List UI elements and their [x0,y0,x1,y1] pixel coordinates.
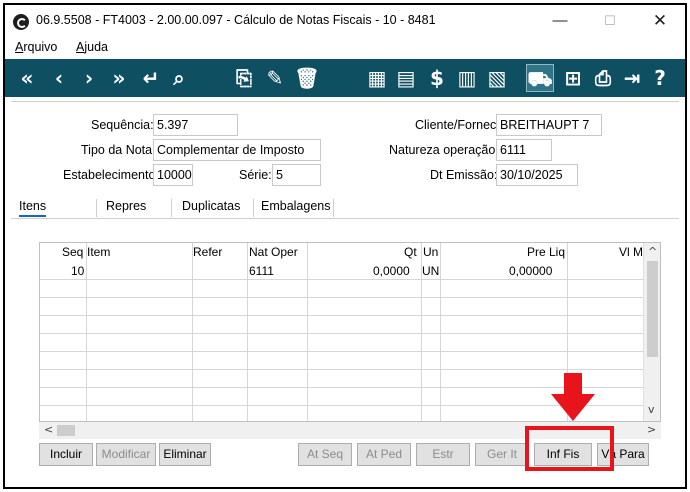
dt-emissao-label: Dt Emissão: [430,168,498,182]
app-logo-icon [13,14,29,30]
col-un-header[interactable]: Un [423,243,438,261]
scroll-down-icon[interactable]: v [648,403,655,416]
scroll-left-icon[interactable]: < [44,423,53,436]
vertical-scroll-thumb[interactable] [647,261,658,357]
sequencia-field[interactable]: 5.397 [153,114,238,136]
previous-icon[interactable]: ‹ [45,64,73,92]
sequencia-label: Sequência: [91,118,154,132]
vertical-scrollbar[interactable]: ^ v [643,243,660,421]
serie-label: Série: [239,168,272,182]
tab-separator [253,199,254,217]
at-seq-button[interactable]: At Seq [298,443,352,466]
tab-duplicatas[interactable]: Duplicatas [182,199,240,213]
truck-icon[interactable]: ⛟ [526,64,554,92]
menu-arquivo[interactable]: Arquivo [15,40,57,54]
col-vl-m-header[interactable]: Vl M [619,243,643,261]
serie-field[interactable]: 5 [272,164,321,186]
toolbar: « ‹ › » ↵ ⌕ ⎘ ✎ 🗑 ▦ ▤ $ ▥ ▧ ⛟ ⊞ ⎙ ⇥ ? [5,59,685,97]
print-icon[interactable]: ⎙ [589,64,617,92]
window-title: 06.9.5508 - FT4003 - 2.00.00.097 - Cálcu… [36,13,436,27]
title-bar: 06.9.5508 - FT4003 - 2.00.00.097 - Cálcu… [5,5,685,37]
cell-nat-oper[interactable]: 6111 [249,262,274,280]
estabelecimento-label: Estabelecimento: [63,168,159,182]
menu-bar: Arquivo Ajuda [5,37,685,59]
annotation-arrow-icon [551,373,595,421]
document-icon[interactable]: ▧ [483,64,511,92]
tab-separator [333,199,334,217]
tipo-nota-field[interactable]: Complementar de Imposto [153,139,321,161]
tab-repres[interactable]: Repres [106,199,146,213]
exit-icon[interactable]: ⇥ [618,64,646,92]
tree-icon[interactable]: ⊞ [559,64,587,92]
dollar-icon[interactable]: $ [423,64,451,92]
next-icon[interactable]: › [75,64,103,92]
tab-separator [96,199,97,217]
col-qt-header[interactable]: Qt [404,243,417,261]
cliente-field[interactable]: BREITHAUPT 7 [496,114,602,136]
eliminar-button[interactable]: Eliminar [159,443,211,466]
menu-ajuda[interactable]: Ajuda [76,40,108,54]
col-item-header[interactable]: Item [87,243,110,261]
calculator-icon[interactable]: ▦ [363,64,391,92]
incluir-button[interactable]: Incluir [39,443,93,466]
col-refer-header[interactable]: Refer [193,243,222,261]
search-icon[interactable]: ⌕ [165,64,193,92]
col-seq-header[interactable]: Seq [62,243,83,261]
scroll-up-icon[interactable]: ^ [648,245,657,258]
cell-seq[interactable]: 10 [71,262,84,280]
first-icon[interactable]: « [13,64,41,92]
tipo-nota-label: Tipo da Nota: [81,143,156,157]
modificar-button[interactable]: Modificar [96,443,156,466]
row-divider [40,333,644,334]
last-icon[interactable]: » [105,64,133,92]
col-pre-liq-header[interactable]: Pre Liq [527,243,565,261]
estr-button[interactable]: Estr [416,443,470,466]
delete-icon[interactable]: 🗑 [293,64,321,92]
edit-icon[interactable]: ✎ [261,64,289,92]
horizontal-scroll-thumb[interactable] [57,425,75,436]
row-divider [40,297,644,298]
book-icon[interactable]: ▥ [453,64,481,92]
at-ped-button[interactable]: At Ped [357,443,411,466]
row-divider [40,351,644,352]
natureza-label: Natureza operação: [389,143,499,157]
main-window: 06.9.5508 - FT4003 - 2.00.00.097 - Cálcu… [3,3,687,489]
row-divider [40,369,644,370]
cell-pre-liq[interactable]: 0,00000 [509,262,552,280]
help-icon[interactable]: ? [646,64,674,92]
tab-separator [171,199,172,217]
tab-itens[interactable]: Itens [19,199,47,217]
ger-it-button[interactable]: Ger It [475,443,529,466]
tab-strip: Itens Repres Duplicatas Embalagens [11,191,679,219]
cliente-label: Cliente/Fornec: [415,118,500,132]
close-button[interactable]: ✕ [640,9,680,33]
row-divider [40,279,644,280]
row-divider [40,315,644,316]
header-form: Sequência: 5.397 Tipo da Nota: Complemen… [11,101,679,191]
scroll-right-icon[interactable]: > [647,423,656,436]
cell-qt[interactable]: 0,0000 [373,262,410,280]
dt-emissao-field[interactable]: 30/10/2025 [496,164,578,186]
return-icon[interactable]: ↵ [137,64,165,92]
col-nat-oper-header[interactable]: Nat Oper [249,243,298,261]
minimize-button[interactable]: — [540,9,580,33]
cell-un[interactable]: UN [422,262,439,280]
natureza-field[interactable]: 6111 [496,139,552,161]
tab-embalagens[interactable]: Embalagens [261,199,331,213]
estabelecimento-field[interactable]: 10000 [153,164,193,186]
maximize-button[interactable]: ☐ [590,9,630,33]
new-icon[interactable]: ⎘ [230,64,258,92]
report-icon[interactable]: ▤ [392,64,420,92]
annotation-highlight-box [525,426,614,471]
